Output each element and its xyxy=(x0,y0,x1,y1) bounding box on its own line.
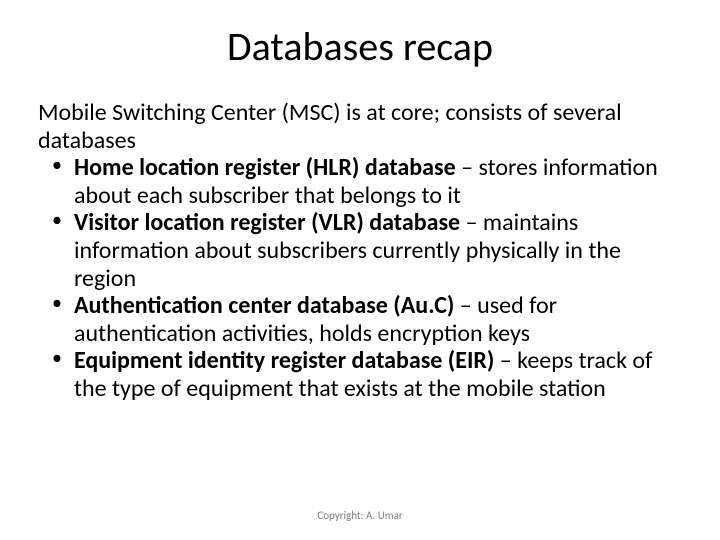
bullet-item: Authentication center database (Au.C) – … xyxy=(52,292,682,347)
bullet-bold: Home location register (HLR) database xyxy=(74,153,456,182)
bullet-bold: Visitor location register (VLR) database xyxy=(74,208,460,237)
footer-copyright: Copyright: A. Umar xyxy=(0,509,720,522)
bullet-bold: Equipment identity register database (EI… xyxy=(74,346,494,375)
bullet-item: Equipment identity register database (EI… xyxy=(52,347,682,402)
bullet-item: Home location register (HLR) database – … xyxy=(52,154,682,209)
bullet-bold: Authentication center database (Au.C) xyxy=(74,291,454,320)
intro-text: Mobile Switching Center (MSC) is at core… xyxy=(38,99,682,154)
bullet-list: Home location register (HLR) database – … xyxy=(52,154,682,402)
bullet-item: Visitor location register (VLR) database… xyxy=(52,209,682,292)
slide-title: Databases recap xyxy=(38,22,682,71)
slide: Databases recap Mobile Switching Center … xyxy=(0,0,720,540)
